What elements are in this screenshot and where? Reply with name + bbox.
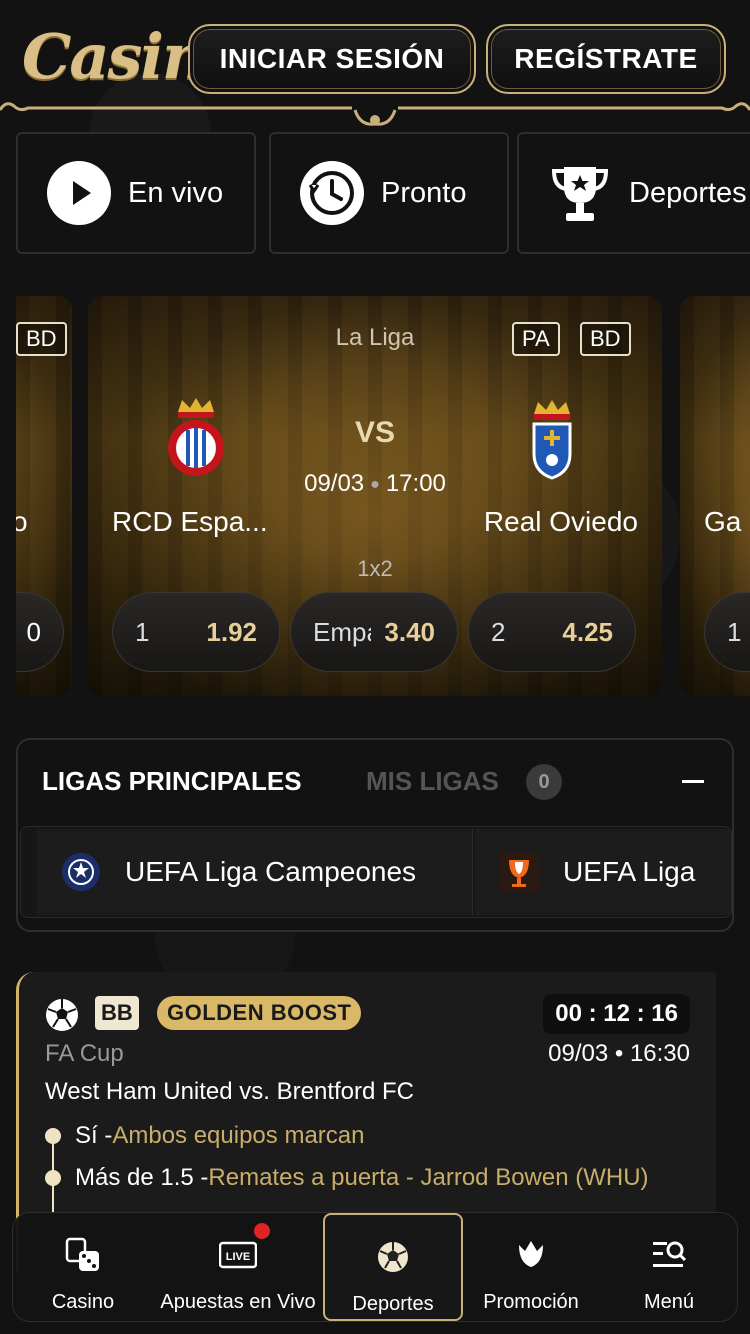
leagues-panel: LIGAS PRINCIPALES MIS LIGAS 0 UEFA Liga … [16, 738, 734, 932]
play-icon [46, 160, 112, 226]
history-icon [299, 160, 365, 226]
team-name: Ga [704, 506, 742, 537]
nav-label: Deportes [352, 1293, 434, 1315]
tag-badge: BD [580, 322, 631, 356]
header-ornament [0, 102, 750, 126]
champions-league-icon [61, 852, 101, 892]
trophy-icon [547, 160, 613, 226]
category-live[interactable]: En vivo [16, 132, 256, 254]
match-card-next[interactable]: Ga 1 [680, 296, 750, 696]
bet-builder-badge: BB [95, 996, 139, 1030]
versus-label: VS [354, 416, 396, 449]
team-name: o [16, 506, 28, 537]
nav-live-betting[interactable]: LIVE Apuestas en Vivo [160, 1213, 316, 1321]
category-label: Deportes [629, 176, 747, 209]
tulip-icon [511, 1235, 551, 1275]
nav-casino[interactable]: Casino [13, 1213, 153, 1321]
nav-menu[interactable]: Menú [599, 1213, 739, 1321]
selection-dot [45, 1128, 61, 1144]
selection-item: Más de 1.5 - Remates a puerta - Jarrod B… [45, 1164, 649, 1192]
odds-button-draw[interactable]: Empate3.40 [290, 592, 458, 672]
nav-label: Apuestas en Vivo [160, 1291, 316, 1313]
nav-label: Menú [643, 1291, 695, 1313]
league-label: UEFA Liga Campeones [125, 856, 417, 887]
login-button[interactable]: INICIAR SESIÓN [188, 24, 476, 94]
golden-boost-badge: GOLDEN BOOST [157, 996, 362, 1030]
bottom-navigation: Casino LIVE Apuestas en Vivo Deportes Pr… [12, 1212, 738, 1322]
league-name: La Liga [335, 324, 415, 351]
leagues-row: UEFA Liga Campeones UEFA Liga [20, 826, 732, 918]
match-card[interactable]: La Liga PA BD VS 09/03 ● 17:00 RCD Espa...… [88, 296, 662, 696]
nav-sports[interactable]: Deportes [323, 1213, 463, 1321]
europa-league-icon [499, 852, 539, 892]
league-item-champions[interactable]: UEFA Liga Campeones [37, 829, 473, 915]
countdown-timer: 00 : 12 : 16 [543, 994, 690, 1034]
tag-badge: PA [512, 322, 560, 356]
register-button[interactable]: REGÍSTRATE [486, 24, 726, 94]
match-datetime: 09/03 ● 17:00 [304, 470, 446, 497]
nav-promotion[interactable]: Promoción [461, 1213, 601, 1321]
category-tiles: En vivo Pronto Deportes [16, 132, 750, 256]
soccer-ball-icon [46, 999, 78, 1031]
live-indicator-dot [254, 1223, 270, 1239]
league-label: UEFA Liga [563, 856, 696, 887]
odds-button-home[interactable]: 1 1.92 [112, 592, 280, 672]
category-label: Pronto [381, 176, 467, 209]
match-card-previous[interactable]: BD o 0 [16, 296, 72, 696]
casino-dice-icon [63, 1235, 103, 1275]
header: Casina INICIAR SESIÓN REGÍSTRATE [0, 0, 750, 130]
away-team-name: Real Oviedo [483, 506, 638, 537]
category-label: En vivo [128, 176, 224, 209]
match-datetime: 09/03 • 16:30 [548, 1040, 690, 1067]
nav-label: Promoción [483, 1291, 579, 1313]
live-icon: LIVE [218, 1223, 270, 1275]
nav-label: Casino [51, 1291, 115, 1313]
league-item-europa[interactable]: UEFA Liga [475, 829, 731, 915]
match-carousel[interactable]: BD o 0 La Liga PA BD VS 09/03 ● 17:00 RC… [16, 296, 750, 698]
soccer-ball-icon [373, 1237, 413, 1277]
my-leagues-count-badge: 0 [526, 764, 562, 800]
menu-search-icon [649, 1235, 689, 1275]
tag-badge: BD [16, 322, 67, 356]
match-title: West Ham United vs. Brentford FC [45, 1078, 414, 1105]
tab-my-leagues[interactable]: MIS LIGAS [366, 766, 499, 797]
tab-main-leagues[interactable]: LIGAS PRINCIPALES [42, 766, 302, 797]
home-team-name: RCD Espa... [112, 506, 268, 537]
category-upcoming[interactable]: Pronto [269, 132, 509, 254]
market-label: 1x2 [357, 556, 393, 581]
competition-name: FA Cup [45, 1040, 124, 1067]
selection-dot [45, 1170, 61, 1186]
odds-button-away[interactable]: 2 4.25 [468, 592, 636, 672]
category-sports[interactable]: Deportes [517, 132, 750, 254]
collapse-icon[interactable] [682, 780, 704, 783]
svg-text:LIVE: LIVE [226, 1251, 250, 1263]
selection-item: Sí - Ambos equipos marcan [45, 1122, 364, 1150]
